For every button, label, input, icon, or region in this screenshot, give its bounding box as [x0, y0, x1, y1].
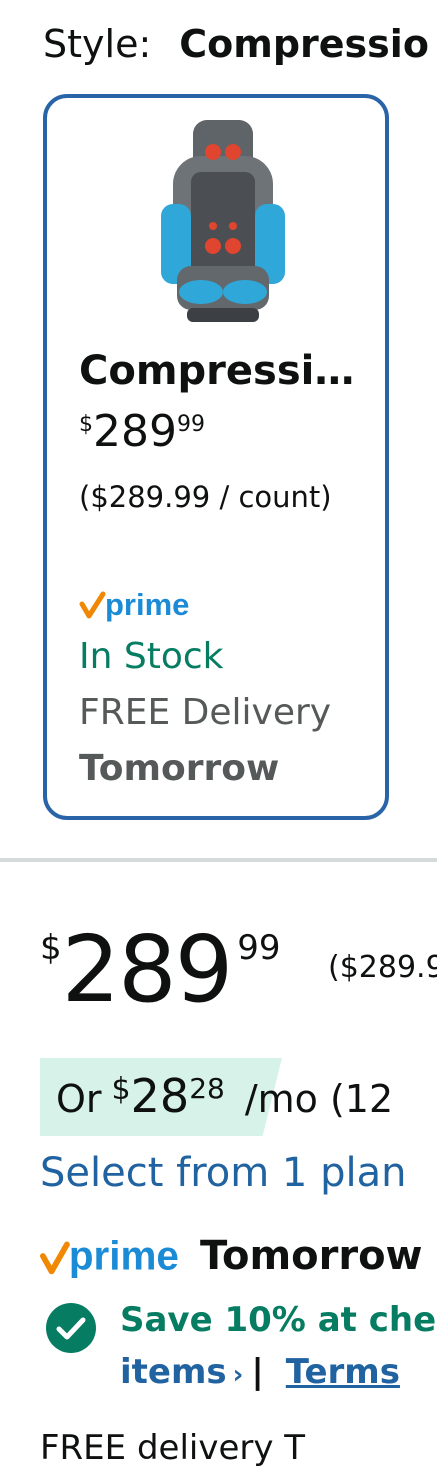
main-price: $289 99	[40, 920, 281, 1020]
monthly-whole: 28	[130, 1069, 190, 1123]
price-whole: 289	[93, 406, 177, 457]
monthly-or-label: Or	[56, 1077, 102, 1121]
style-selector-header: Style: Compressio	[43, 18, 429, 70]
prime-delivery-date: Tomorrow	[200, 1233, 423, 1279]
terms-link[interactable]: Terms	[286, 1352, 400, 1392]
main-unit-price: ($289.9	[328, 950, 437, 985]
chevron-right-icon: ›	[232, 1360, 244, 1390]
link-separator: |	[251, 1352, 264, 1392]
style-option-price: $28999	[79, 406, 205, 458]
style-option-card[interactable]: Compressi… $28999 ($289.99 / count) prim…	[43, 94, 389, 820]
prime-delivery-row: prime Tomorrow	[40, 1230, 423, 1282]
svg-text:prime: prime	[69, 1232, 179, 1278]
main-price-currency-symbol: $	[40, 928, 62, 968]
savings-links: items › | Terms	[120, 1352, 400, 1392]
monthly-fraction: 28	[189, 1072, 225, 1105]
delivery-info-partial: FREE delivery T	[40, 1428, 306, 1468]
main-price-fraction: 99	[237, 928, 281, 968]
items-link[interactable]: items	[120, 1352, 227, 1392]
prime-logo-icon: prime	[79, 587, 189, 622]
product-image	[161, 120, 285, 322]
price-currency-symbol: $	[79, 412, 93, 437]
delivery-date: Tomorrow	[79, 748, 280, 789]
style-label: Style:	[43, 22, 152, 66]
main-price-whole: 289	[61, 916, 234, 1023]
delivery-label: FREE Delivery	[79, 692, 332, 733]
section-divider	[0, 858, 437, 862]
monthly-term: /mo (12	[244, 1077, 394, 1121]
select-plan-link[interactable]: Select from 1 plan	[40, 1150, 406, 1196]
savings-text: Save 10% at chec	[120, 1300, 437, 1340]
prime-logo-icon: prime	[40, 1232, 179, 1278]
check-circle-icon	[46, 1303, 96, 1353]
style-value: Compressio	[179, 22, 429, 66]
price-fraction: 99	[176, 412, 205, 437]
style-option-title: Compressi…	[79, 348, 355, 394]
stock-status: In Stock	[79, 636, 224, 677]
svg-text:prime: prime	[105, 587, 189, 622]
monthly-payment: Or $2828/mo (12	[56, 1068, 393, 1124]
unit-price: ($289.99 / count)	[79, 480, 332, 514]
monthly-currency-symbol: $	[111, 1072, 131, 1107]
